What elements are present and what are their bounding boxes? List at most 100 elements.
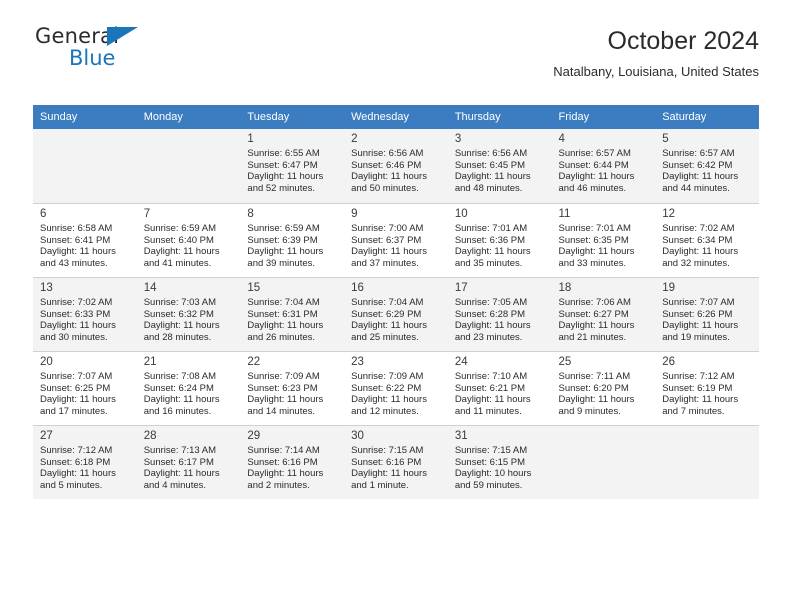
daylight-text-line1: Daylight: 11 hours: [143, 320, 220, 332]
sunrise-text: Sunrise: 6:59 AM: [247, 223, 320, 234]
day-cell[interactable]: 1 Sunrise: 6:55 AM Sunset: 6:47 PM Dayli…: [240, 129, 345, 203]
daylight-text-line2: and 7 minutes.: [662, 405, 725, 417]
daylight-text-line2: and 50 minutes.: [351, 182, 419, 194]
sunset-text: Sunset: 6:37 PM: [351, 234, 422, 246]
day-cell[interactable]: 9 Sunrise: 7:00 AM Sunset: 6:37 PM Dayli…: [344, 203, 448, 277]
day-cell[interactable]: 24 Sunrise: 7:10 AM Sunset: 6:21 PM Dayl…: [447, 351, 552, 425]
day-cell[interactable]: 29 Sunrise: 7:14 AM Sunset: 6:16 PM Dayl…: [240, 425, 345, 499]
weekday-header-thursday: Thursday: [447, 105, 552, 129]
day-cell[interactable]: 16 Sunrise: 7:04 AM Sunset: 6:29 PM Dayl…: [344, 277, 448, 351]
sunrise-text: Sunrise: 7:02 AM: [40, 297, 113, 308]
daylight-text-line1: Daylight: 11 hours: [558, 171, 635, 183]
day-cell[interactable]: 30 Sunrise: 7:15 AM Sunset: 6:16 PM Dayl…: [344, 425, 448, 499]
sunrise-text: Sunrise: 6:57 AM: [558, 148, 631, 159]
sunset-text: Sunset: 6:25 PM: [40, 382, 111, 394]
daylight-text-line2: and 26 minutes.: [247, 331, 316, 343]
day-cell[interactable]: 26 Sunrise: 7:12 AM Sunset: 6:19 PM Dayl…: [655, 351, 759, 425]
daylight-text-line2: and 43 minutes.: [40, 257, 108, 269]
page-title: October 2024: [607, 27, 760, 55]
daylight-text-line2: and 19 minutes.: [662, 331, 730, 343]
day-cell[interactable]: 6 Sunrise: 6:58 AM Sunset: 6:41 PM Dayli…: [33, 203, 137, 277]
sunrise-text: Sunrise: 6:56 AM: [454, 148, 528, 159]
sunset-text: Sunset: 6:26 PM: [662, 308, 733, 320]
daylight-text-line2: and 39 minutes.: [247, 257, 316, 269]
sunset-text: Sunset: 6:16 PM: [351, 456, 422, 468]
sunset-text: Sunset: 6:45 PM: [454, 159, 526, 171]
sunrise-text: Sunrise: 7:11 AM: [558, 371, 631, 382]
daylight-text-line1: Daylight: 11 hours: [558, 394, 635, 406]
daylight-text-line1: Daylight: 11 hours: [558, 320, 635, 332]
daylight-text-line2: and 44 minutes.: [662, 182, 730, 194]
day-number: 20: [40, 356, 53, 368]
day-cell[interactable]: 19 Sunrise: 7:07 AM Sunset: 6:26 PM Dayl…: [655, 277, 759, 351]
day-number: 9: [351, 208, 358, 220]
sunset-text: Sunset: 6:34 PM: [662, 234, 733, 246]
day-cell[interactable]: 23 Sunrise: 7:09 AM Sunset: 6:22 PM Dayl…: [344, 351, 448, 425]
sunset-text: Sunset: 6:41 PM: [40, 234, 111, 246]
daylight-text-line2: and 11 minutes.: [454, 405, 522, 417]
sunrise-text: Sunrise: 7:01 AM: [558, 223, 631, 234]
day-cell[interactable]: 15 Sunrise: 7:04 AM Sunset: 6:31 PM Dayl…: [240, 277, 345, 351]
day-cell[interactable]: 31 Sunrise: 7:15 AM Sunset: 6:15 PM Dayl…: [447, 425, 552, 499]
day-number: 11: [558, 208, 571, 220]
sunset-text: Sunset: 6:20 PM: [558, 382, 629, 394]
day-cell[interactable]: 3 Sunrise: 6:56 AM Sunset: 6:45 PM Dayli…: [447, 129, 552, 203]
daylight-text-line1: Daylight: 11 hours: [558, 246, 635, 258]
weekday-header-wednesday: Wednesday: [344, 105, 448, 129]
daylight-text-line1: Daylight: 11 hours: [454, 171, 531, 183]
day-number: 26: [662, 356, 676, 368]
sunrise-text: Sunrise: 6:57 AM: [662, 148, 735, 159]
sunset-text: Sunset: 6:24 PM: [143, 382, 214, 394]
weekday-header-friday: Friday: [551, 105, 656, 129]
day-cell[interactable]: 21 Sunrise: 7:08 AM Sunset: 6:24 PM Dayl…: [136, 351, 241, 425]
day-number: 2: [351, 133, 358, 145]
weekday-header-tuesday: Tuesday: [240, 105, 345, 129]
sunrise-text: Sunrise: 6:59 AM: [143, 223, 217, 234]
sunset-text: Sunset: 6:40 PM: [143, 234, 214, 246]
day-number: 22: [247, 356, 261, 368]
day-cell[interactable]: 7 Sunrise: 6:59 AM Sunset: 6:40 PM Dayli…: [136, 203, 241, 277]
daylight-text-line2: and 5 minutes.: [40, 479, 103, 491]
day-cell[interactable]: 2 Sunrise: 6:56 AM Sunset: 6:46 PM Dayli…: [344, 129, 448, 203]
day-number: 4: [558, 133, 565, 145]
sunrise-text: Sunrise: 7:01 AM: [454, 223, 528, 234]
day-cell[interactable]: 5 Sunrise: 6:57 AM Sunset: 6:42 PM Dayli…: [655, 129, 759, 203]
day-cell[interactable]: 20 Sunrise: 7:07 AM Sunset: 6:25 PM Dayl…: [33, 351, 137, 425]
sunrise-text: Sunrise: 7:12 AM: [662, 371, 735, 382]
daylight-text-line2: and 17 minutes.: [40, 405, 108, 417]
day-cell[interactable]: 22 Sunrise: 7:09 AM Sunset: 6:23 PM Dayl…: [240, 351, 345, 425]
sunrise-text: Sunrise: 7:14 AM: [247, 445, 320, 456]
day-cell[interactable]: 8 Sunrise: 6:59 AM Sunset: 6:39 PM Dayli…: [240, 203, 345, 277]
day-cell[interactable]: 4 Sunrise: 6:57 AM Sunset: 6:44 PM Dayli…: [551, 129, 656, 203]
day-number: 29: [247, 430, 261, 442]
day-cell[interactable]: 14 Sunrise: 7:03 AM Sunset: 6:32 PM Dayl…: [136, 277, 241, 351]
day-number: 7: [143, 208, 151, 220]
sunset-text: Sunset: 6:28 PM: [454, 308, 526, 320]
daylight-text-line1: Daylight: 11 hours: [351, 320, 427, 332]
day-cell[interactable]: 25 Sunrise: 7:11 AM Sunset: 6:20 PM Dayl…: [551, 351, 656, 425]
day-number: 12: [662, 208, 676, 220]
day-cell[interactable]: 11 Sunrise: 7:01 AM Sunset: 6:35 PM Dayl…: [551, 203, 656, 277]
sunset-text: Sunset: 6:29 PM: [351, 308, 422, 320]
day-cell[interactable]: 10 Sunrise: 7:01 AM Sunset: 6:36 PM Dayl…: [447, 203, 552, 277]
calendar-body: 1 Sunrise: 6:55 AM Sunset: 6:47 PM Dayli…: [33, 129, 759, 499]
daylight-text-line1: Daylight: 11 hours: [40, 468, 116, 480]
daylight-text-line2: and 52 minutes.: [247, 182, 316, 194]
day-cell[interactable]: 12 Sunrise: 7:02 AM Sunset: 6:34 PM Dayl…: [655, 203, 759, 277]
daylight-text-line1: Daylight: 11 hours: [40, 394, 116, 406]
day-cell[interactable]: 13 Sunrise: 7:02 AM Sunset: 6:33 PM Dayl…: [33, 277, 137, 351]
day-cell[interactable]: 27 Sunrise: 7:12 AM Sunset: 6:18 PM Dayl…: [33, 425, 137, 499]
sunset-text: Sunset: 6:23 PM: [247, 382, 318, 394]
daylight-text-line2: and 33 minutes.: [558, 257, 627, 269]
sunrise-text: Sunrise: 7:13 AM: [143, 445, 217, 456]
daylight-text-line1: Daylight: 11 hours: [247, 246, 324, 258]
sunset-text: Sunset: 6:19 PM: [662, 382, 733, 394]
location-subtitle: Natalbany, Louisiana, United States: [553, 64, 759, 79]
daylight-text-line1: Daylight: 11 hours: [40, 246, 116, 258]
sunrise-text: Sunrise: 6:56 AM: [351, 148, 424, 159]
day-cell[interactable]: 18 Sunrise: 7:06 AM Sunset: 6:27 PM Dayl…: [551, 277, 656, 351]
day-cell[interactable]: 28 Sunrise: 7:13 AM Sunset: 6:17 PM Dayl…: [136, 425, 241, 499]
page-header: General Blue October 2024 Natalbany, Lou…: [33, 0, 760, 80]
day-cell[interactable]: 17 Sunrise: 7:05 AM Sunset: 6:28 PM Dayl…: [447, 277, 552, 351]
calendar-week-row: 6 Sunrise: 6:58 AM Sunset: 6:41 PM Dayli…: [33, 203, 759, 277]
